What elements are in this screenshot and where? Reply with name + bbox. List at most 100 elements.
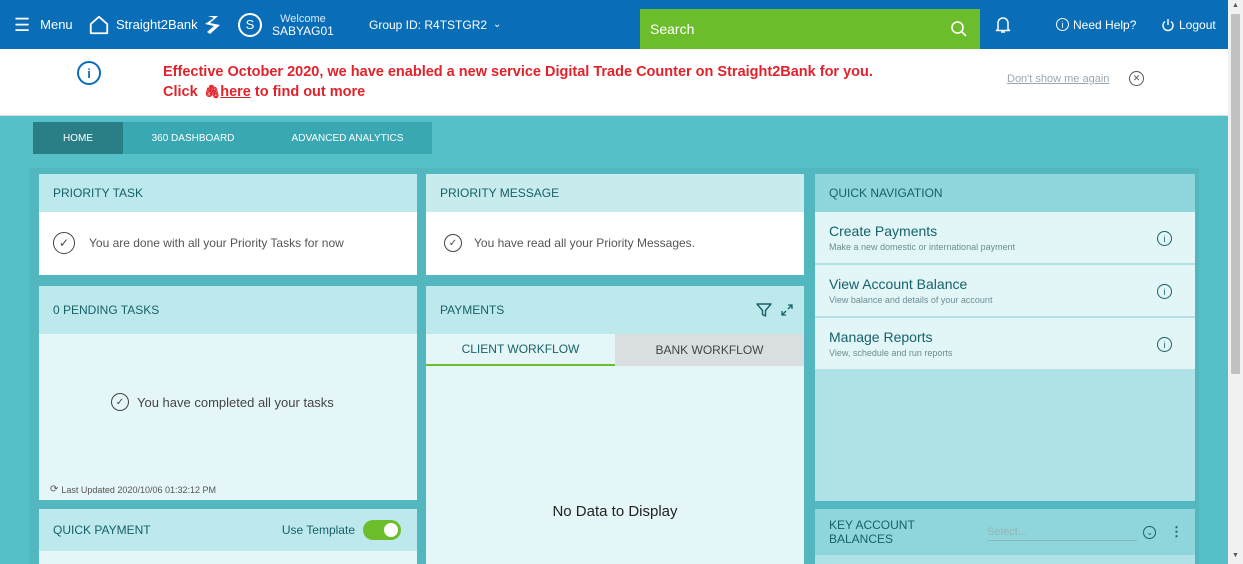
panel-title: QUICK NAVIGATION (815, 174, 1195, 212)
pending-tasks-panel: 0 PENDING TASKS ✓ You have completed all… (39, 286, 417, 500)
nav-item-title: Manage Reports (829, 329, 933, 345)
bank-logo-icon (204, 15, 220, 34)
close-icon[interactable]: ✕ (1129, 71, 1144, 86)
scroll-thumb[interactable] (1231, 14, 1240, 374)
announcement-text: Effective October 2020, we have enabled … (163, 64, 873, 80)
template-label: Use Template (281, 523, 355, 537)
logout-button[interactable]: Logout (1161, 0, 1216, 49)
panel-title: KEY ACCOUNT BALANCES (829, 518, 915, 546)
notifications-button[interactable] (995, 0, 1011, 49)
home-icon (89, 15, 109, 34)
refresh-icon[interactable]: ⟳ (50, 484, 58, 495)
dashboard-area: PRIORITY TASK ✓ You are done with all yo… (29, 168, 1199, 564)
last-updated-text: Last Updated 2020/10/06 01:32:12 PM (61, 484, 217, 495)
quick-payment-panel: QUICK PAYMENT Use Template (39, 509, 417, 564)
group-selector[interactable]: Group ID: R4TSTGR2 ⌄ (357, 0, 501, 49)
panel-title: 0 PENDING TASKS (39, 286, 417, 334)
click-label: Click (163, 84, 198, 100)
use-template-toggle[interactable] (363, 520, 401, 540)
quick-nav-create-payments[interactable]: Create Payments Make a new domestic or i… (815, 212, 1195, 264)
info-icon[interactable]: i (1157, 231, 1172, 246)
check-circle-icon: ✓ (111, 393, 129, 411)
menu-label: Menu (40, 17, 73, 32)
power-icon (1162, 18, 1174, 31)
welcome-label: Welcome (280, 12, 326, 25)
nav-item-subtitle: View balance and details of your account (829, 295, 993, 305)
page-scrollbar[interactable]: ▲ ▼ (1228, 0, 1243, 564)
no-data-message: No Data to Display (552, 503, 678, 520)
workflow-tabs: CLIENT WORKFLOW BANK WORKFLOW (426, 334, 804, 366)
brand-label: Straight2Bank (116, 17, 198, 32)
scroll-down-icon[interactable]: ▼ (1228, 552, 1243, 559)
chevron-down-icon[interactable]: ⌄ (1143, 525, 1156, 539)
here-link[interactable]: here (220, 84, 251, 100)
user-profile[interactable]: S Welcome SABYAG01 (232, 0, 357, 49)
dashboard-tabs: HOME 360 DASHBOARD ADVANCED ANALYTICS (33, 122, 432, 154)
template-toggle-group: Use Template (282, 520, 401, 540)
user-id: SABYAG01 (272, 23, 334, 38)
info-icon: i (77, 61, 101, 85)
announcement-tail: to find out more (254, 84, 366, 100)
info-icon[interactable]: i (1157, 284, 1172, 299)
nav-item-subtitle: View, schedule and run reports (829, 348, 953, 358)
announcement-message: Effective October 2020, we have enabled … (163, 62, 963, 102)
check-circle-icon: ✓ (53, 232, 75, 254)
nav-item-title: View Account Balance (829, 276, 968, 292)
panel-title: PRIORITY TASK (39, 174, 417, 212)
avatar: S (238, 12, 262, 37)
panel-title: PAYMENTS (440, 303, 505, 317)
expand-icon[interactable] (780, 303, 794, 317)
key-account-balances-panel: KEY ACCOUNT BALANCES ⌄ ⋮ (815, 509, 1195, 564)
panel-title: PRIORITY MESSAGE (426, 174, 804, 212)
welcome-block: Welcome SABYAG01 (272, 13, 334, 37)
search-input[interactable] (650, 21, 930, 37)
dont-show-again-link[interactable]: Don't show me again (1007, 73, 1109, 85)
tab-home[interactable]: HOME (33, 122, 123, 154)
priority-task-status: ✓ You are done with all your Priority Ta… (39, 212, 417, 254)
priority-message-status: ✓ You have read all your Priority Messag… (426, 212, 804, 252)
last-updated: ⟳ Last Updated 2020/10/06 01:32:12 PM (50, 484, 216, 495)
group-label: Group ID: R4TSTGR2 (369, 17, 488, 32)
menu-button[interactable]: ☰ Menu (0, 0, 80, 49)
pending-tasks-message: You have completed all your tasks (137, 394, 334, 410)
search-bar[interactable] (640, 9, 980, 49)
scroll-up-icon[interactable]: ▲ (1228, 2, 1243, 9)
payments-header: PAYMENTS (426, 286, 804, 334)
nav-item-subtitle: Make a new domestic or international pay… (829, 242, 1016, 252)
pending-tasks-status: ✓ You have completed all your tasks (111, 393, 334, 411)
tab-360-dashboard[interactable]: 360 DASHBOARD (123, 122, 263, 154)
account-select[interactable] (987, 523, 1138, 541)
chevron-down-icon: ⌄ (493, 19, 502, 30)
bell-icon (995, 16, 1011, 33)
payments-header-actions (756, 302, 794, 318)
top-bar: ☰ Menu Straight2Bank S Welcome SABYAG01 … (0, 0, 1228, 49)
announcement-banner: i Effective October 2020, we have enable… (0, 49, 1228, 116)
help-label: Need Help? (1073, 17, 1137, 32)
quick-nav-manage-reports[interactable]: Manage Reports View, schedule and run re… (815, 318, 1195, 370)
tab-bank-workflow[interactable]: BANK WORKFLOW (615, 334, 804, 366)
need-help-button[interactable]: i Need Help? (1056, 0, 1136, 49)
brand-home-link[interactable]: Straight2Bank (80, 0, 232, 49)
tab-client-workflow[interactable]: CLIENT WORKFLOW (426, 334, 615, 366)
quick-payment-header: QUICK PAYMENT Use Template (39, 509, 417, 551)
key-account-header: KEY ACCOUNT BALANCES ⌄ ⋮ (815, 509, 1195, 555)
quick-navigation-panel: QUICK NAVIGATION Create Payments Make a … (815, 174, 1195, 501)
hamburger-icon: ☰ (14, 14, 31, 35)
quick-nav-view-account-balance[interactable]: View Account Balance View balance and de… (815, 265, 1195, 317)
payments-panel: PAYMENTS CLIENT WORKFLOW BANK WORKFLOW N… (426, 286, 804, 564)
tab-advanced-analytics[interactable]: ADVANCED ANALYTICS (263, 122, 432, 154)
paperclip-icon: 🖇 (203, 84, 221, 99)
panel-title: QUICK PAYMENT (53, 523, 151, 537)
priority-message-text: You have read all your Priority Messages… (474, 236, 696, 250)
nav-item-title: Create Payments (829, 223, 938, 239)
check-circle-icon: ✓ (444, 234, 462, 252)
filter-icon[interactable] (756, 302, 772, 318)
info-icon[interactable]: i (1157, 337, 1172, 352)
priority-task-panel: PRIORITY TASK ✓ You are done with all yo… (39, 174, 417, 275)
priority-task-message: You are done with all your Priority Task… (89, 236, 344, 250)
search-icon[interactable] (950, 20, 968, 38)
info-icon: i (1056, 18, 1069, 31)
priority-message-panel: PRIORITY MESSAGE ✓ You have read all you… (426, 174, 804, 275)
more-options-icon[interactable]: ⋮ (1170, 524, 1183, 540)
logout-label: Logout (1179, 17, 1216, 32)
